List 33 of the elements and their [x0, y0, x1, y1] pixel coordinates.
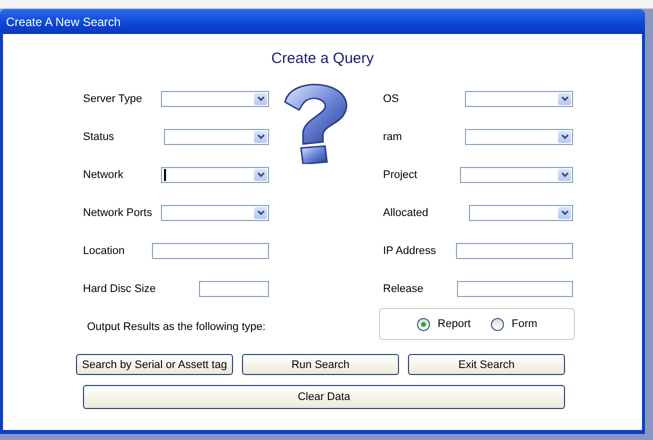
- input-field[interactable]: [457, 281, 573, 297]
- input-field[interactable]: [199, 281, 269, 297]
- field-label: Network Ports: [83, 207, 152, 219]
- output-type-label: Output Results as the following type:: [87, 321, 266, 333]
- form-heading: Create a Query: [270, 50, 375, 69]
- field-label: ram: [383, 131, 402, 143]
- field-label: Status: [83, 131, 114, 143]
- field-label: Network: [83, 169, 124, 181]
- input-field[interactable]: [456, 243, 573, 259]
- dropdown-field[interactable]: [161, 91, 269, 107]
- dropdown-field[interactable]: [161, 205, 269, 221]
- field-label: IP Address: [383, 245, 436, 257]
- action-button[interactable]: Search by Serial or Assett tag: [76, 354, 233, 375]
- action-button[interactable]: Exit Search: [408, 354, 565, 375]
- dropdown-field[interactable]: [469, 205, 573, 221]
- dropdown-field[interactable]: [164, 129, 269, 145]
- radio-option[interactable]: Report: [416, 318, 471, 330]
- window-title: Create A New Search: [6, 14, 121, 28]
- field-label: Server Type: [83, 93, 142, 105]
- input-field[interactable]: [152, 243, 269, 259]
- field-label: Project: [383, 169, 418, 181]
- dropdown-field[interactable]: [161, 167, 269, 183]
- dropdown-field[interactable]: [465, 91, 573, 107]
- radio-option[interactable]: Form: [490, 318, 538, 330]
- field-label: Allocated: [383, 207, 428, 219]
- action-button[interactable]: Run Search: [242, 354, 399, 375]
- field-label: Release: [383, 283, 424, 295]
- dropdown-field[interactable]: [465, 129, 573, 145]
- clear-data-button[interactable]: Clear Data: [83, 385, 565, 409]
- field-label: Location: [83, 245, 125, 257]
- dropdown-field[interactable]: [460, 167, 573, 183]
- field-label: OS: [383, 93, 399, 105]
- field-label: Hard Disc Size: [83, 283, 156, 295]
